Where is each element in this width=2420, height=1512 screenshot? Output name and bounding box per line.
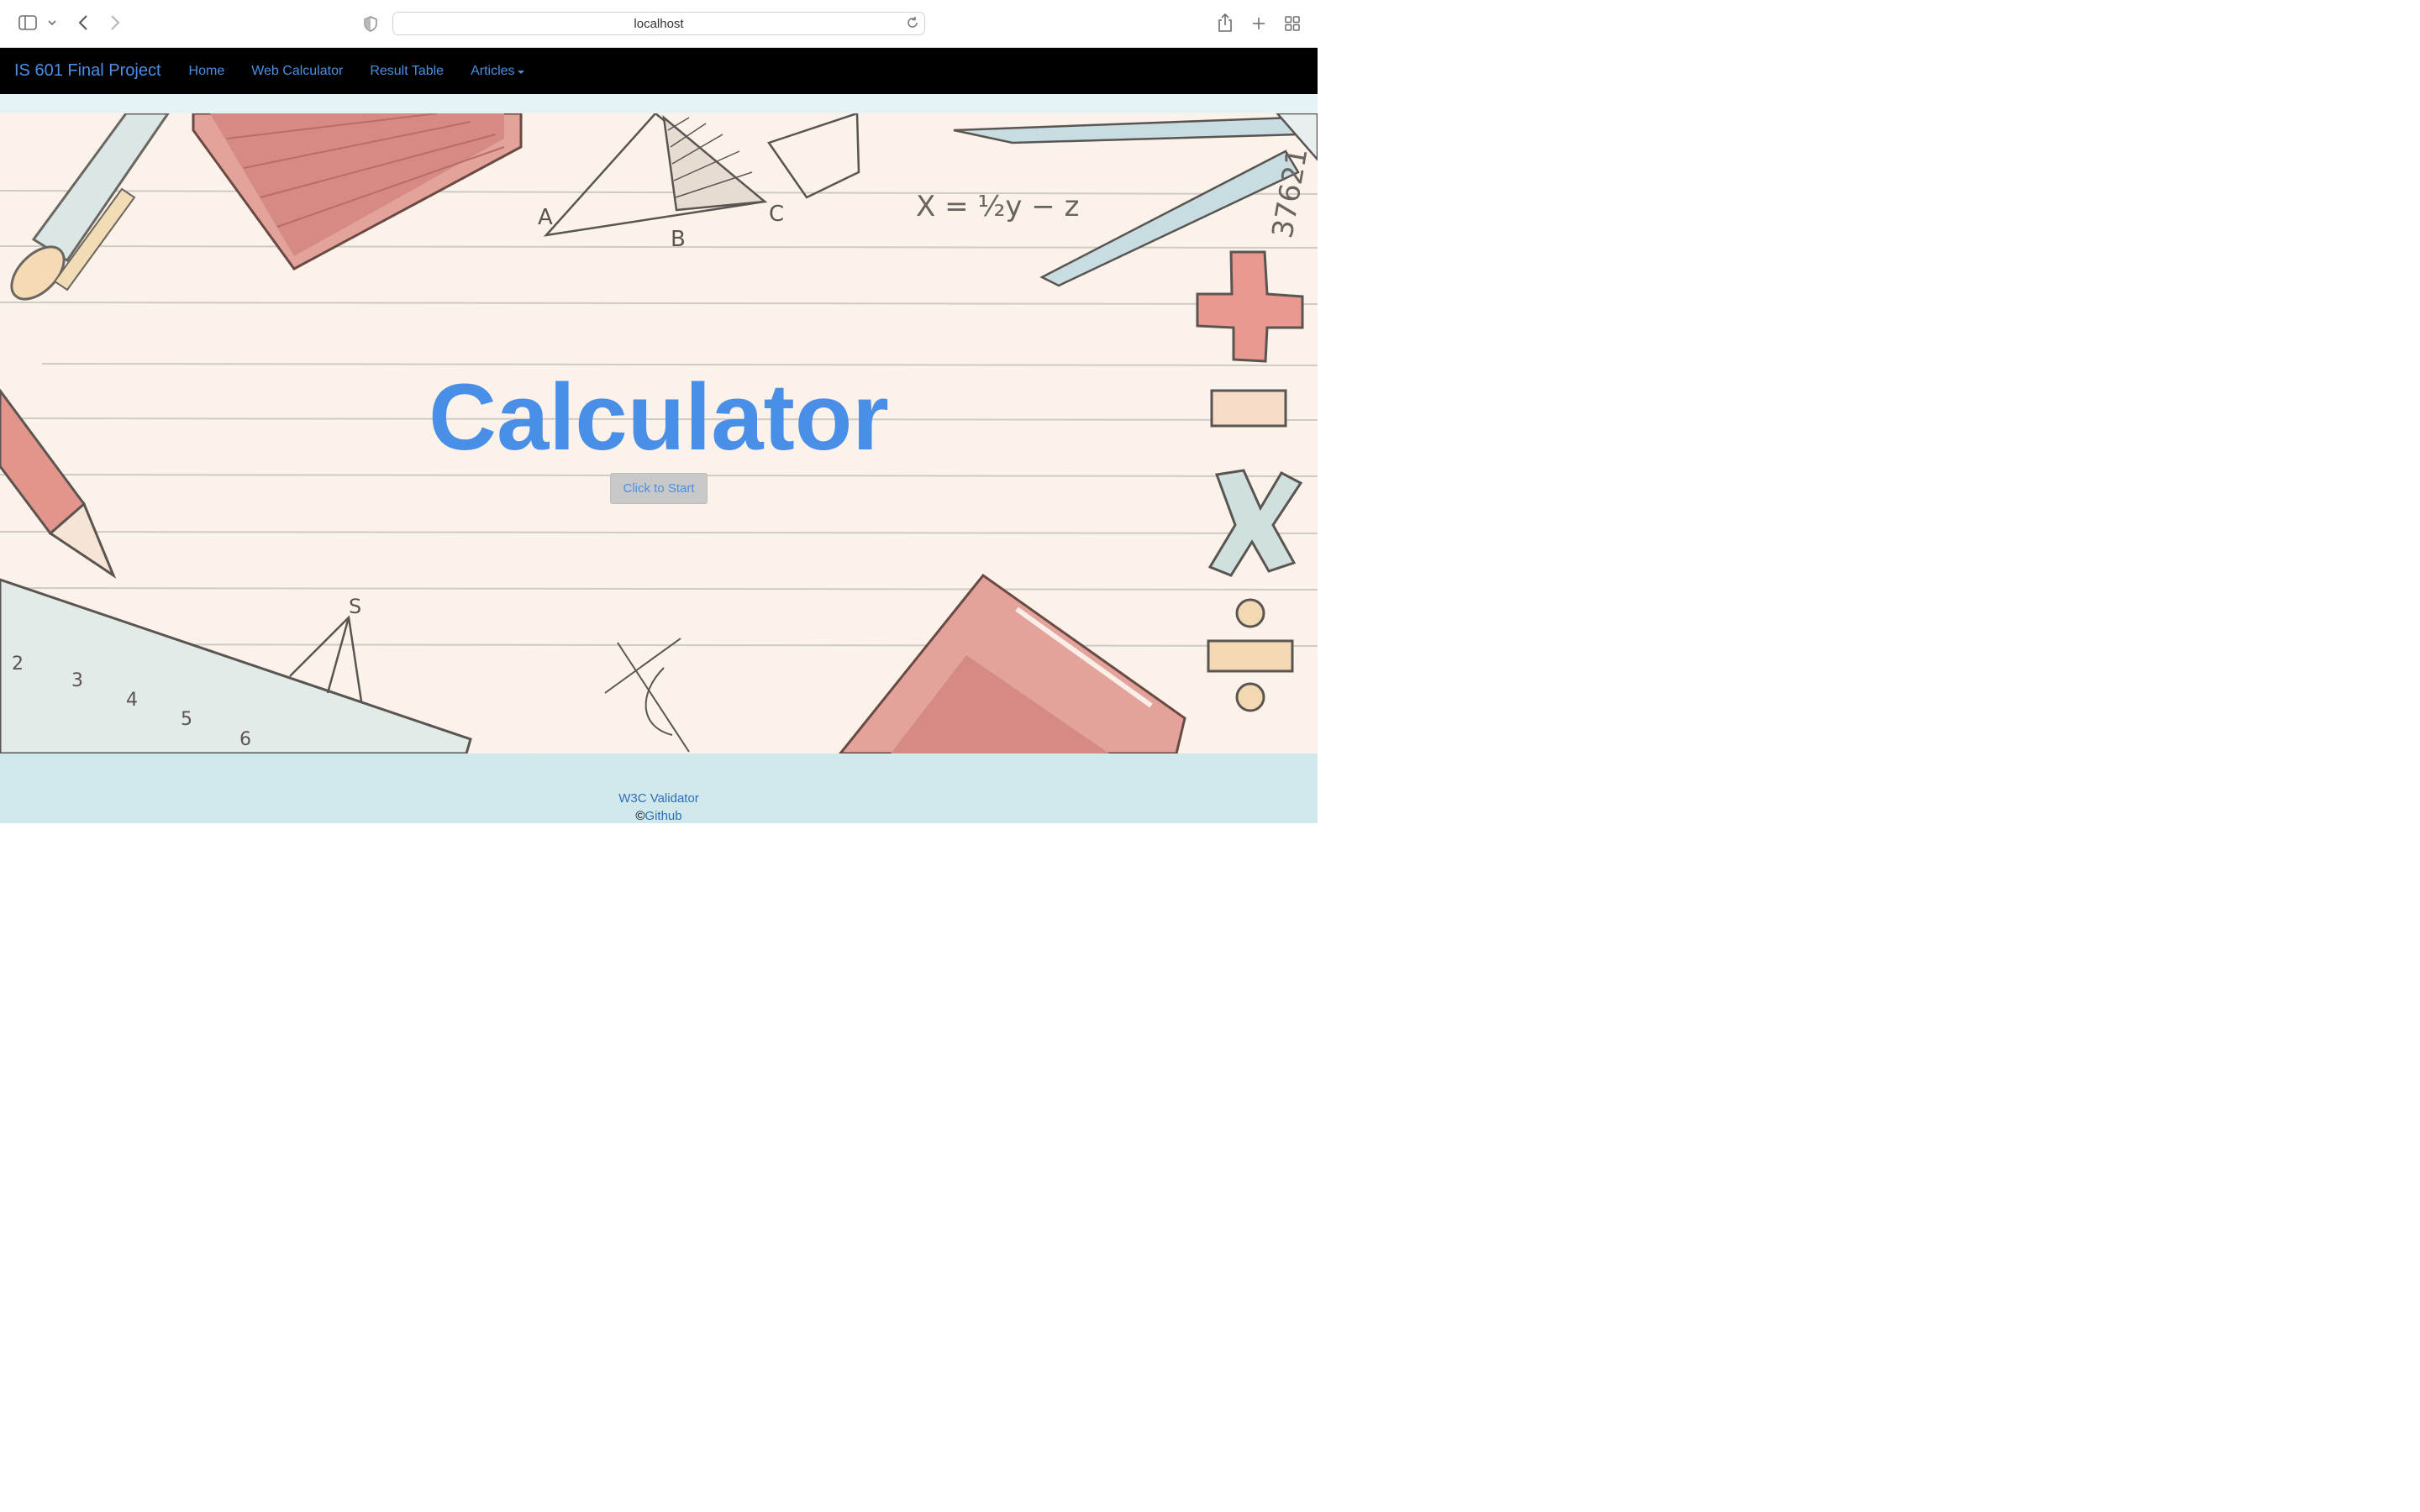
browser-toolbar: localhost bbox=[0, 0, 1318, 48]
marker-top-left bbox=[10, 113, 170, 301]
reload-icon[interactable] bbox=[906, 16, 919, 33]
plus-symbol bbox=[1196, 250, 1304, 363]
sidebar-icon[interactable] bbox=[18, 15, 37, 30]
navbar-brand[interactable]: IS 601 Final Project bbox=[14, 61, 161, 81]
nav-articles-dropdown[interactable]: Articles bbox=[471, 63, 524, 79]
footer-github: ©Github bbox=[0, 809, 1318, 823]
notebook-bottom-right bbox=[839, 573, 1186, 753]
hero-banner: A B C X = ½y − z 37621 2 3 4 5 6 S Calcu… bbox=[0, 113, 1318, 753]
svg-text:4: 4 bbox=[126, 690, 138, 711]
hero-title: Calculator bbox=[429, 365, 889, 470]
top-navbar: IS 601 Final Project Home Web Calculator… bbox=[0, 48, 1318, 94]
svg-text:X = ½y − z: X = ½y − z bbox=[916, 190, 1079, 223]
w3c-validator-link[interactable]: W3C Validator bbox=[618, 791, 699, 806]
ruler-bottom-left: 2 3 4 5 6 bbox=[0, 578, 472, 753]
forward-icon[interactable] bbox=[108, 14, 123, 31]
back-icon[interactable] bbox=[76, 14, 91, 31]
new-tab-icon[interactable] bbox=[1250, 15, 1267, 32]
footer-w3c-validator[interactable]: W3C Validator bbox=[0, 791, 1318, 806]
tab-overview-icon[interactable] bbox=[1284, 15, 1301, 32]
url-text: localhost bbox=[634, 16, 684, 31]
svg-text:6: 6 bbox=[239, 729, 251, 750]
nav-articles-label: Articles bbox=[471, 63, 515, 78]
svg-text:5: 5 bbox=[181, 709, 192, 730]
svg-text:A: A bbox=[538, 205, 553, 230]
svg-text:S: S bbox=[349, 595, 361, 618]
svg-text:B: B bbox=[671, 227, 686, 252]
share-icon[interactable] bbox=[1217, 13, 1234, 33]
svg-text:3: 3 bbox=[71, 670, 83, 691]
svg-text:2: 2 bbox=[12, 654, 24, 675]
address-bar[interactable]: localhost bbox=[392, 12, 925, 35]
chevron-down-icon[interactable] bbox=[47, 18, 57, 27]
shield-icon bbox=[363, 15, 378, 32]
svg-text:C: C bbox=[769, 202, 784, 227]
divide-symbol bbox=[1207, 598, 1294, 712]
copyright-symbol: © bbox=[635, 809, 645, 823]
nav-home[interactable]: Home bbox=[189, 64, 225, 79]
graph-doodle bbox=[604, 638, 690, 753]
nav-result-table[interactable]: Result Table bbox=[370, 64, 444, 79]
caret-down-icon bbox=[517, 70, 524, 74]
github-link[interactable]: Github bbox=[644, 809, 681, 823]
click-to-start-button[interactable]: Click to Start bbox=[610, 473, 708, 504]
triangle-doodle bbox=[543, 113, 860, 237]
multiply-symbol bbox=[1207, 469, 1303, 577]
nav-web-calculator[interactable]: Web Calculator bbox=[251, 64, 343, 79]
